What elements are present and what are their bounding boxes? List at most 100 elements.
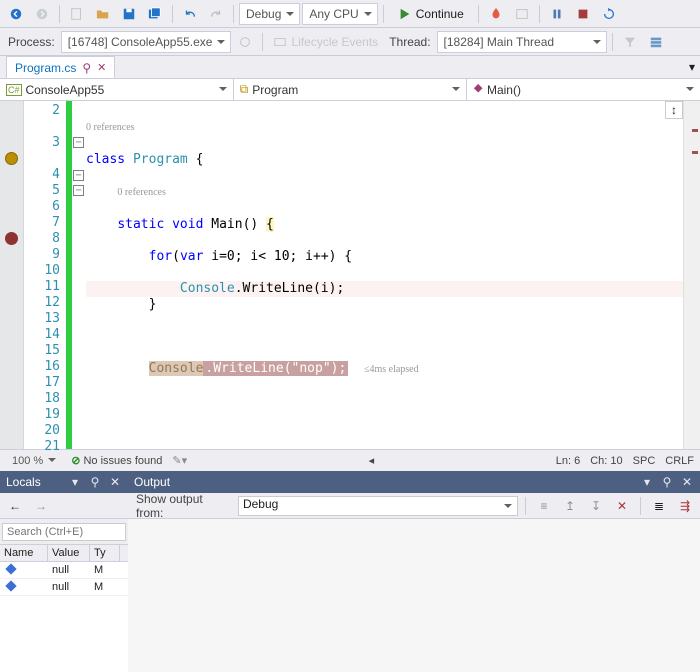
separator: [233, 5, 234, 23]
redo-button[interactable]: [204, 3, 228, 25]
split-button[interactable]: ↕: [665, 101, 683, 119]
zoom-combo[interactable]: 100 %: [6, 450, 61, 472]
prev-button[interactable]: ↥: [559, 495, 581, 517]
ln: 3: [24, 135, 60, 151]
options-button[interactable]: ▾: [640, 475, 654, 489]
lifecycle-button[interactable]: Lifecycle Events: [268, 31, 383, 53]
config-combo[interactable]: Debug: [239, 3, 300, 25]
continue-button[interactable]: Continue: [389, 3, 473, 25]
fold-toggle[interactable]: −: [73, 137, 84, 148]
ln: 16: [24, 359, 60, 375]
indent-indicator[interactable]: SPC: [633, 455, 656, 467]
open-button[interactable]: [91, 3, 115, 25]
ln: 6: [24, 199, 60, 215]
wrap-button[interactable]: ≣: [648, 495, 670, 517]
separator: [172, 5, 173, 23]
bottom-panels: Locals ▾ ⚲ ✕ ← → Name Value Ty nullM nul…: [0, 471, 700, 672]
fold-toggle[interactable]: −: [73, 185, 84, 196]
save-all-button[interactable]: [143, 3, 167, 25]
output-header[interactable]: Output ▾ ⚲ ✕: [128, 471, 700, 493]
close-tab-button[interactable]: ✕: [97, 61, 106, 74]
cycle-process-button[interactable]: [233, 31, 257, 53]
output-source-combo[interactable]: Debug: [238, 496, 518, 516]
goto-button[interactable]: ≡: [533, 495, 555, 517]
col-name[interactable]: Name: [0, 545, 48, 561]
ln: 20: [24, 423, 60, 439]
col-indicator[interactable]: Ch: 10: [590, 455, 622, 467]
lightbulb-icon[interactable]: ✎▾: [172, 454, 187, 467]
breakpoint-gutter[interactable]: [0, 101, 24, 449]
grid-row[interactable]: nullM: [0, 579, 128, 596]
codelens[interactable]: 0 references: [117, 187, 166, 198]
pin-icon[interactable]: ⚲: [82, 61, 91, 75]
class-icon: ⧉: [240, 82, 249, 97]
thread-button[interactable]: ⇶: [674, 495, 696, 517]
code-text[interactable]: 0 references class Program { 0 reference…: [86, 101, 683, 449]
close-button[interactable]: ✕: [108, 475, 122, 489]
line-indicator[interactable]: Ln: 6: [556, 455, 580, 467]
undo-button[interactable]: [178, 3, 202, 25]
perf-tip[interactable]: ≤4ms elapsed: [364, 364, 419, 375]
process-label: Process:: [4, 35, 59, 49]
col-value[interactable]: Value: [48, 545, 90, 561]
ln: 8: [24, 231, 60, 247]
back-button[interactable]: [4, 3, 28, 25]
restart-button[interactable]: [597, 3, 621, 25]
ln: 2: [24, 103, 60, 119]
output-text[interactable]: [128, 519, 700, 672]
breakpoint-marker[interactable]: [5, 232, 18, 245]
code-editor[interactable]: 2 3 4 5 6 7 8 9 10 11 12 13 14 15 16 17 …: [0, 101, 700, 449]
stackframe-button[interactable]: [644, 31, 668, 53]
process-combo[interactable]: [16748] ConsoleApp55.exe: [61, 31, 232, 53]
platform-combo[interactable]: Any CPU: [302, 3, 377, 25]
hot-reload-button[interactable]: [484, 3, 508, 25]
grid-row[interactable]: nullM: [0, 562, 128, 579]
locals-grid[interactable]: Name Value Ty nullM nullM: [0, 545, 128, 596]
search-input[interactable]: [2, 523, 126, 541]
close-button[interactable]: ✕: [680, 475, 694, 489]
scrollbar[interactable]: [683, 101, 700, 449]
pin-button[interactable]: ⚲: [660, 475, 674, 489]
next-button[interactable]: ↧: [585, 495, 607, 517]
clear-button[interactable]: ✕: [611, 495, 633, 517]
pin-button[interactable]: ⚲: [88, 475, 102, 489]
ln: 15: [24, 343, 60, 359]
filter-button[interactable]: [618, 31, 642, 53]
method-icon: ⯁: [473, 82, 483, 97]
save-button[interactable]: [117, 3, 141, 25]
back-button[interactable]: ←: [4, 495, 26, 517]
codelens[interactable]: 0 references: [86, 122, 135, 133]
col-type[interactable]: Ty: [90, 545, 120, 561]
fold-gutter[interactable]: − − −: [72, 101, 86, 449]
tab-program-cs[interactable]: Program.cs ⚲ ✕: [6, 56, 115, 78]
current-line-marker: [5, 152, 18, 165]
ln: 18: [24, 391, 60, 407]
field-icon: [5, 580, 16, 591]
separator: [539, 5, 540, 23]
thread-combo[interactable]: [18284] Main Thread: [437, 31, 607, 53]
fold-toggle[interactable]: −: [73, 170, 84, 181]
locals-header[interactable]: Locals ▾ ⚲ ✕: [0, 471, 128, 493]
field-icon: [5, 563, 16, 574]
crumb-label: Program: [252, 83, 298, 97]
new-item-button[interactable]: [65, 3, 89, 25]
separator: [478, 5, 479, 23]
issues-status[interactable]: ⊘ No issues found: [71, 454, 162, 467]
forward-button: →: [30, 495, 52, 517]
crumb-project[interactable]: C#ConsoleApp55: [0, 79, 234, 100]
tab-overflow-button[interactable]: ▾: [684, 56, 700, 78]
grid-header: Name Value Ty: [0, 545, 128, 562]
ok-icon: ⊘: [71, 455, 80, 467]
options-button[interactable]: ▾: [68, 475, 82, 489]
ln: 9: [24, 247, 60, 263]
browser-button[interactable]: [510, 3, 534, 25]
crumb-class[interactable]: ⧉Program: [234, 79, 468, 100]
separator: [59, 5, 60, 23]
crumb-method[interactable]: ⯁Main(): [467, 79, 700, 100]
separator: [612, 33, 613, 51]
ln: 19: [24, 407, 60, 423]
ln: 5: [24, 183, 60, 199]
lineend-indicator[interactable]: CRLF: [665, 455, 694, 467]
stop-button[interactable]: [571, 3, 595, 25]
pause-button[interactable]: [545, 3, 569, 25]
